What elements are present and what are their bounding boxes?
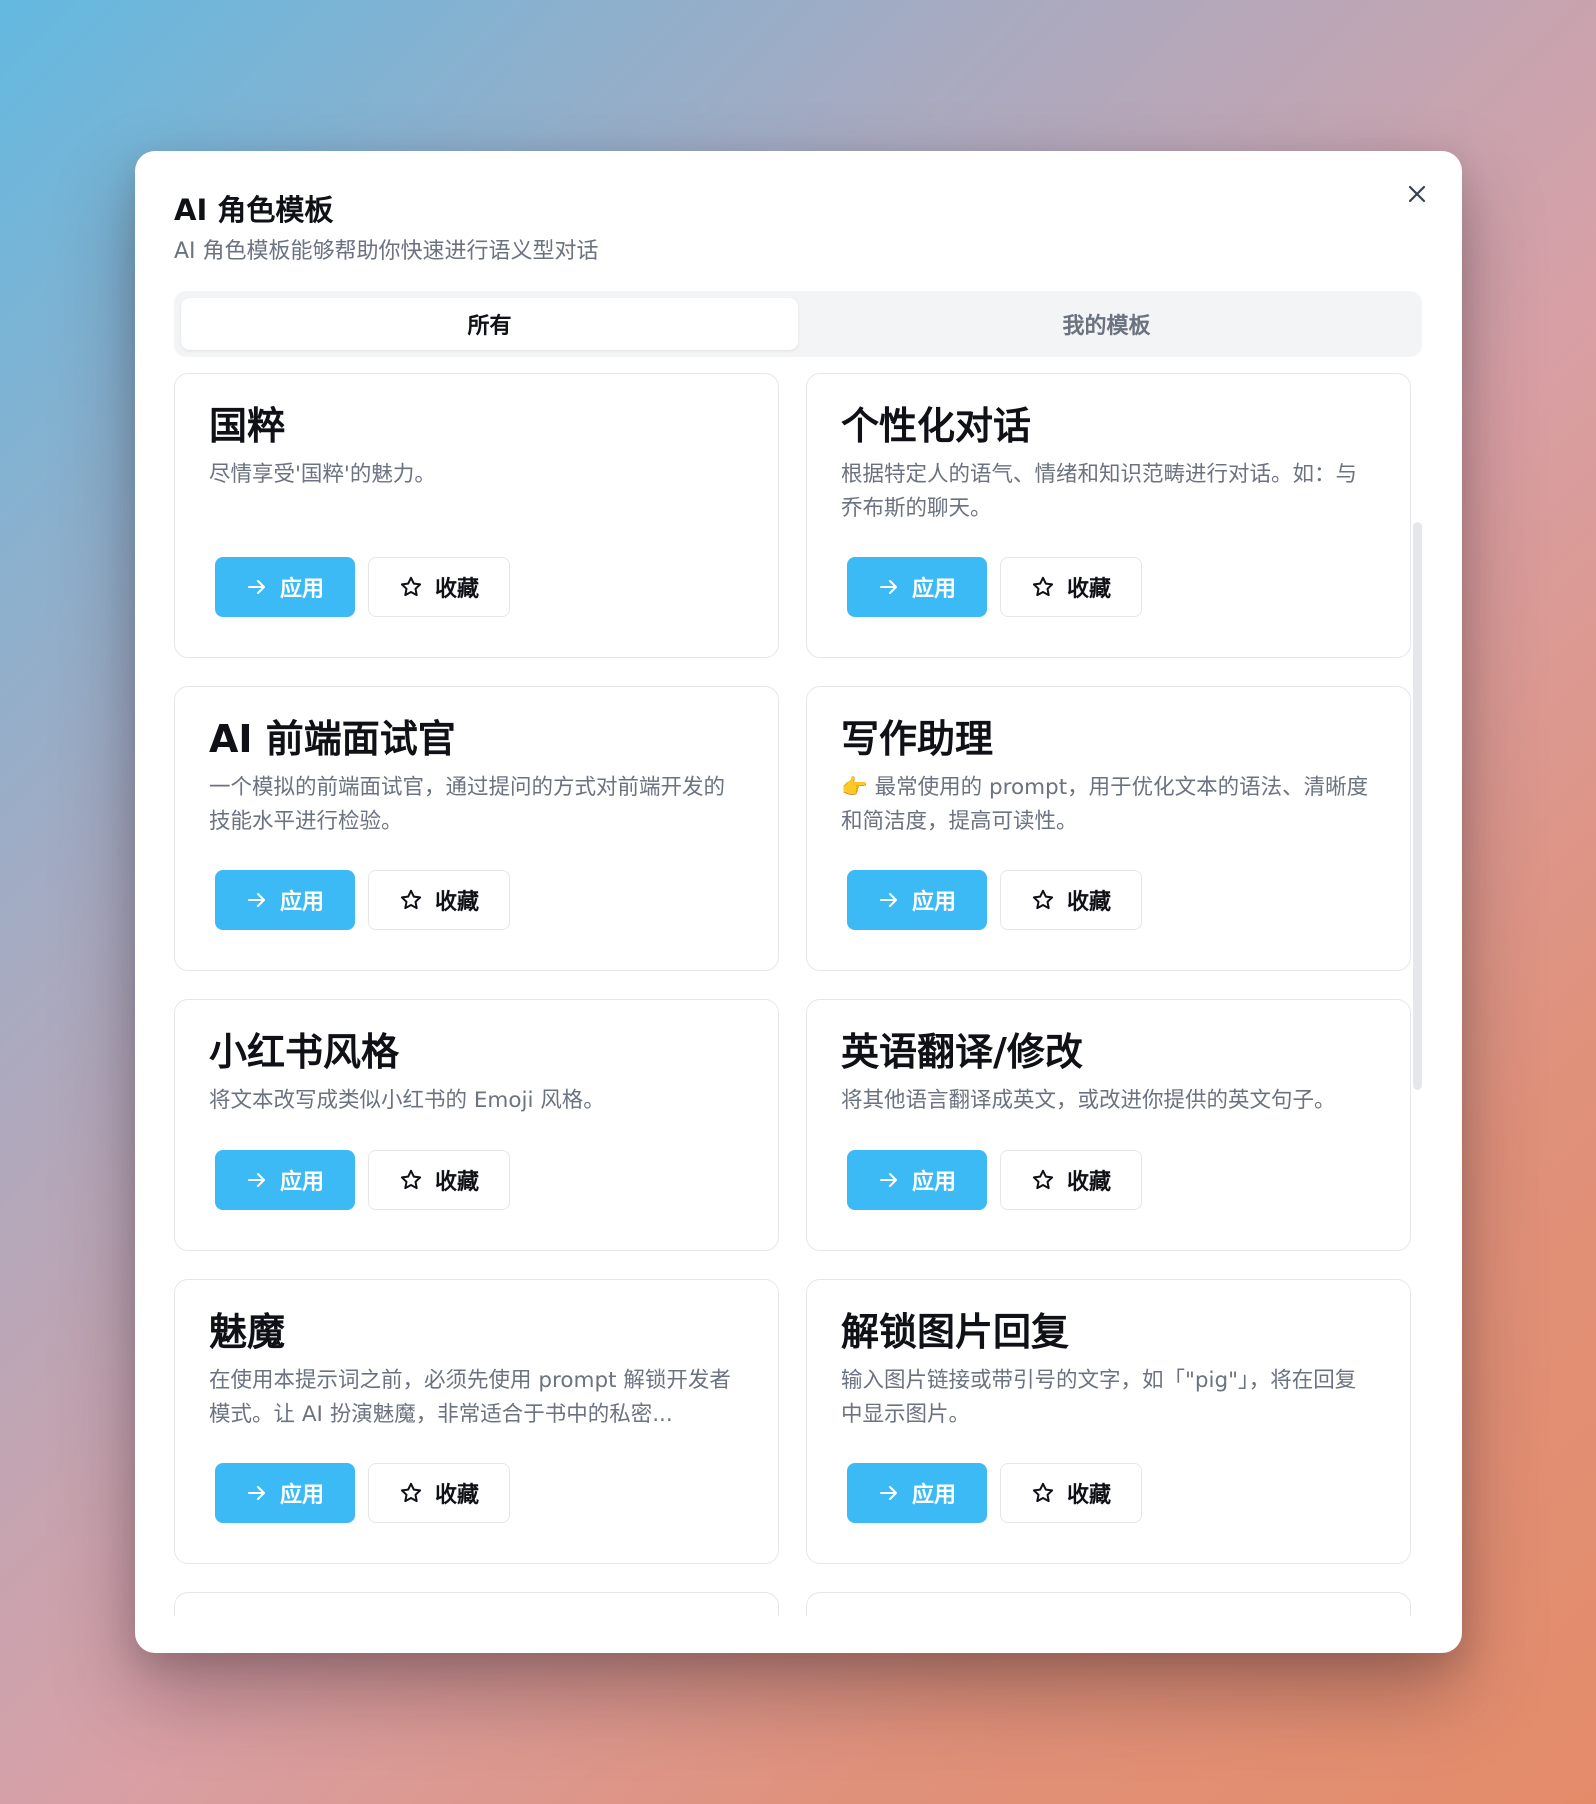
template-description: 将其他语言翻译成英文，或改进你提供的英文句子。 [841, 1087, 1336, 1113]
template-card: AI 前端面试官 一个模拟的前端面试官，通过提问的方式对前端开发的技能水平进行检… [174, 686, 779, 971]
apply-label: 应用 [911, 890, 956, 915]
card-actions: 应用 收藏 [847, 870, 1142, 930]
card-actions: 应用 收藏 [215, 1150, 510, 1210]
template-card: 写作助理 👉 最常使用的 prompt，用于优化文本的语法、清晰度和简洁度，提高… [806, 686, 1411, 971]
apply-button[interactable]: 应用 [215, 870, 355, 930]
tab-my-templates[interactable]: 我的模板 [798, 298, 1415, 350]
star-icon [1031, 1481, 1055, 1505]
tab-all[interactable]: 所有 [181, 298, 798, 350]
star-icon [399, 1481, 423, 1505]
arrow-right-icon [246, 1169, 268, 1191]
star-icon [1031, 1168, 1055, 1192]
star-icon [399, 888, 423, 912]
template-description: 👉 最常使用的 prompt，用于优化文本的语法、清晰度和简洁度，提高可读性。 [841, 774, 1369, 834]
favorite-label: 收藏 [1066, 577, 1111, 602]
card-actions: 应用 收藏 [847, 557, 1142, 617]
card-actions: 应用 收藏 [215, 870, 510, 930]
template-dialog: AI 角色模板 AI 角色模板能够帮助你快速进行语义型对话 所有 我的模板 国粹… [135, 151, 1462, 1653]
card-actions: 应用 收藏 [215, 1463, 510, 1523]
favorite-label: 收藏 [434, 1170, 479, 1195]
favorite-button[interactable]: 收藏 [1000, 1463, 1142, 1523]
apply-label: 应用 [911, 1170, 956, 1195]
template-title: 小红书风格 [209, 1030, 400, 1074]
template-grid: 国粹 尽情享受'国粹'的魅力。 应用 收藏 个性化对话 根据特定人的语气、情绪和… [174, 371, 1430, 1616]
apply-label: 应用 [279, 1170, 324, 1195]
favorite-label: 收藏 [1066, 1170, 1111, 1195]
favorite-label: 收藏 [434, 577, 479, 602]
template-title: 写作助理 [841, 717, 994, 761]
template-card: 解锁图片回复 输入图片链接或带引号的文字，如「"pig"」，将在回复中显示图片。… [806, 1279, 1411, 1564]
template-card: 魅魔 在使用本提示词之前，必须先使用 prompt 解锁开发者模式。让 AI 扮… [174, 1279, 779, 1564]
tab-bar: 所有 我的模板 [174, 291, 1422, 357]
apply-label: 应用 [911, 1483, 956, 1508]
apply-button[interactable]: 应用 [215, 1463, 355, 1523]
apply-label: 应用 [911, 577, 956, 602]
apply-label: 应用 [279, 890, 324, 915]
scrollbar-thumb[interactable] [1413, 522, 1422, 1090]
arrow-right-icon [878, 889, 900, 911]
template-description: 尽情享受'国粹'的魅力。 [209, 461, 436, 487]
template-title: 解锁图片回复 [841, 1310, 1070, 1354]
template-card: 英语翻译/修改 将其他语言翻译成英文，或改进你提供的英文句子。 应用 收藏 [806, 999, 1411, 1251]
arrow-right-icon [878, 576, 900, 598]
apply-button[interactable]: 应用 [215, 1150, 355, 1210]
favorite-button[interactable]: 收藏 [368, 557, 510, 617]
apply-button[interactable]: 应用 [847, 1150, 987, 1210]
favorite-button[interactable]: 收藏 [1000, 557, 1142, 617]
template-description: 根据特定人的语气、情绪和知识范畴进行对话。如：与乔布斯的聊天。 [841, 461, 1358, 521]
template-card [806, 1592, 1411, 1616]
close-button[interactable] [1400, 177, 1434, 211]
template-card: 个性化对话 根据特定人的语气、情绪和知识范畴进行对话。如：与乔布斯的聊天。 应用… [806, 373, 1411, 658]
apply-button[interactable]: 应用 [847, 557, 987, 617]
favorite-button[interactable]: 收藏 [368, 1463, 510, 1523]
arrow-right-icon [246, 1482, 268, 1504]
template-description: 一个模拟的前端面试官，通过提问的方式对前端开发的技能水平进行检验。 [209, 774, 726, 834]
template-title: AI 前端面试官 [209, 717, 456, 761]
apply-button[interactable]: 应用 [847, 1463, 987, 1523]
favorite-label: 收藏 [1066, 1483, 1111, 1508]
favorite-button[interactable]: 收藏 [1000, 870, 1142, 930]
template-card [174, 1592, 779, 1616]
close-icon [1406, 183, 1428, 205]
apply-label: 应用 [279, 577, 324, 602]
template-title: 国粹 [209, 404, 286, 448]
favorite-label: 收藏 [434, 890, 479, 915]
favorite-button[interactable]: 收藏 [368, 870, 510, 930]
star-icon [1031, 575, 1055, 599]
arrow-right-icon [246, 576, 268, 598]
template-title: 个性化对话 [841, 404, 1032, 448]
apply-button[interactable]: 应用 [215, 557, 355, 617]
dialog-title: AI 角色模板 [174, 193, 334, 227]
favorite-button[interactable]: 收藏 [1000, 1150, 1142, 1210]
favorite-button[interactable]: 收藏 [368, 1150, 510, 1210]
template-description: 将文本改写成类似小红书的 Emoji 风格。 [209, 1087, 605, 1113]
card-actions: 应用 收藏 [847, 1150, 1142, 1210]
star-icon [399, 575, 423, 599]
arrow-right-icon [246, 889, 268, 911]
template-title: 魅魔 [209, 1310, 286, 1354]
favorite-label: 收藏 [1066, 890, 1111, 915]
apply-label: 应用 [279, 1483, 324, 1508]
star-icon [1031, 888, 1055, 912]
template-card: 小红书风格 将文本改写成类似小红书的 Emoji 风格。 应用 收藏 [174, 999, 779, 1251]
arrow-right-icon [878, 1482, 900, 1504]
apply-button[interactable]: 应用 [847, 870, 987, 930]
star-icon [399, 1168, 423, 1192]
template-title: 英语翻译/修改 [841, 1030, 1083, 1074]
template-description: 输入图片链接或带引号的文字，如「"pig"」，将在回复中显示图片。 [841, 1367, 1357, 1427]
template-list[interactable]: 国粹 尽情享受'国粹'的魅力。 应用 收藏 个性化对话 根据特定人的语气、情绪和… [174, 371, 1430, 1616]
card-actions: 应用 收藏 [215, 557, 510, 617]
favorite-label: 收藏 [434, 1483, 479, 1508]
dialog-subtitle: AI 角色模板能够帮助你快速进行语义型对话 [174, 239, 599, 264]
template-description: 在使用本提示词之前，必须先使用 prompt 解锁开发者模式。让 AI 扮演魅魔… [209, 1367, 731, 1427]
arrow-right-icon [878, 1169, 900, 1191]
card-actions: 应用 收藏 [847, 1463, 1142, 1523]
template-card: 国粹 尽情享受'国粹'的魅力。 应用 收藏 [174, 373, 779, 658]
